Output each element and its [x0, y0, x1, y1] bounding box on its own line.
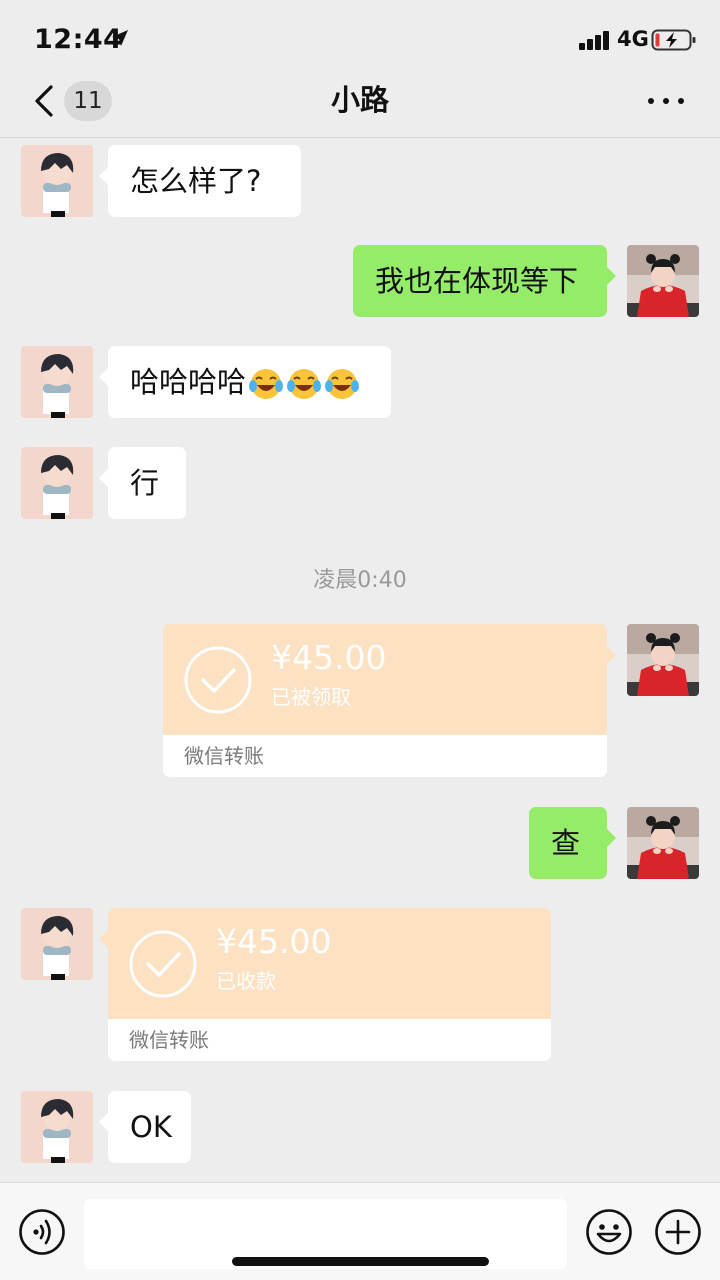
self-avatar[interactable]	[627, 624, 699, 696]
transfer-brand-label: 微信转账	[129, 1028, 209, 1052]
transfer-card-received[interactable]: ¥45.00 已收款 微信转账	[99, 908, 551, 1061]
face-with-tears-of-joy-icon	[287, 369, 322, 399]
transfer-status: 已被领取	[271, 685, 351, 709]
message-text: 哈哈哈哈	[130, 365, 247, 399]
battery-charging-icon	[651, 29, 696, 51]
message-text: OK	[130, 1110, 172, 1144]
self-avatar[interactable]	[627, 245, 699, 317]
contact-avatar[interactable]	[21, 346, 93, 418]
contact-avatar[interactable]	[21, 447, 93, 519]
chat-title: 小路	[330, 83, 389, 117]
message-text: 行	[130, 466, 160, 500]
self-avatar[interactable]	[627, 807, 699, 879]
check-circle-icon	[184, 646, 252, 714]
cellular-signal-icon	[579, 30, 611, 50]
face-with-tears-of-joy-icon	[249, 369, 284, 399]
home-indicator[interactable]	[232, 1257, 489, 1266]
emoji-icon[interactable]	[585, 1208, 633, 1256]
transfer-status: 已收款	[216, 969, 276, 993]
chat-header: 11 小路	[0, 64, 720, 138]
contact-avatar[interactable]	[21, 145, 93, 217]
message-bubble-sent[interactable]: 查	[529, 807, 616, 879]
message-bubble-received[interactable]: OK	[99, 1091, 191, 1163]
location-arrow-icon	[112, 30, 128, 46]
transfer-amount: ¥45.00	[271, 638, 387, 677]
transfer-brand-label: 微信转账	[184, 744, 264, 768]
message-text: 我也在体现等下	[375, 264, 579, 298]
message-text: 查	[551, 826, 581, 860]
voice-input-icon[interactable]	[18, 1208, 66, 1256]
plus-circle-icon[interactable]	[654, 1208, 702, 1256]
transfer-amount: ¥45.00	[216, 922, 332, 961]
check-circle-icon	[129, 930, 197, 998]
contact-avatar[interactable]	[21, 1091, 93, 1163]
network-type: 4G	[617, 27, 649, 51]
message-bubble-received[interactable]: 哈哈哈哈	[99, 346, 391, 418]
message-text: 怎么样了?	[130, 164, 262, 198]
transfer-card-sent[interactable]: ¥45.00 已被领取 微信转账	[163, 624, 616, 777]
message-timestamp: 凌晨0:40	[313, 568, 407, 593]
more-options-icon[interactable]	[648, 98, 684, 104]
message-bubble-received[interactable]: 怎么样了?	[99, 145, 301, 217]
face-with-tears-of-joy-icon	[325, 369, 360, 399]
message-bubble-sent[interactable]: 我也在体现等下	[353, 245, 616, 317]
contact-avatar[interactable]	[21, 908, 93, 980]
message-bubble-received[interactable]: 行	[99, 447, 186, 519]
